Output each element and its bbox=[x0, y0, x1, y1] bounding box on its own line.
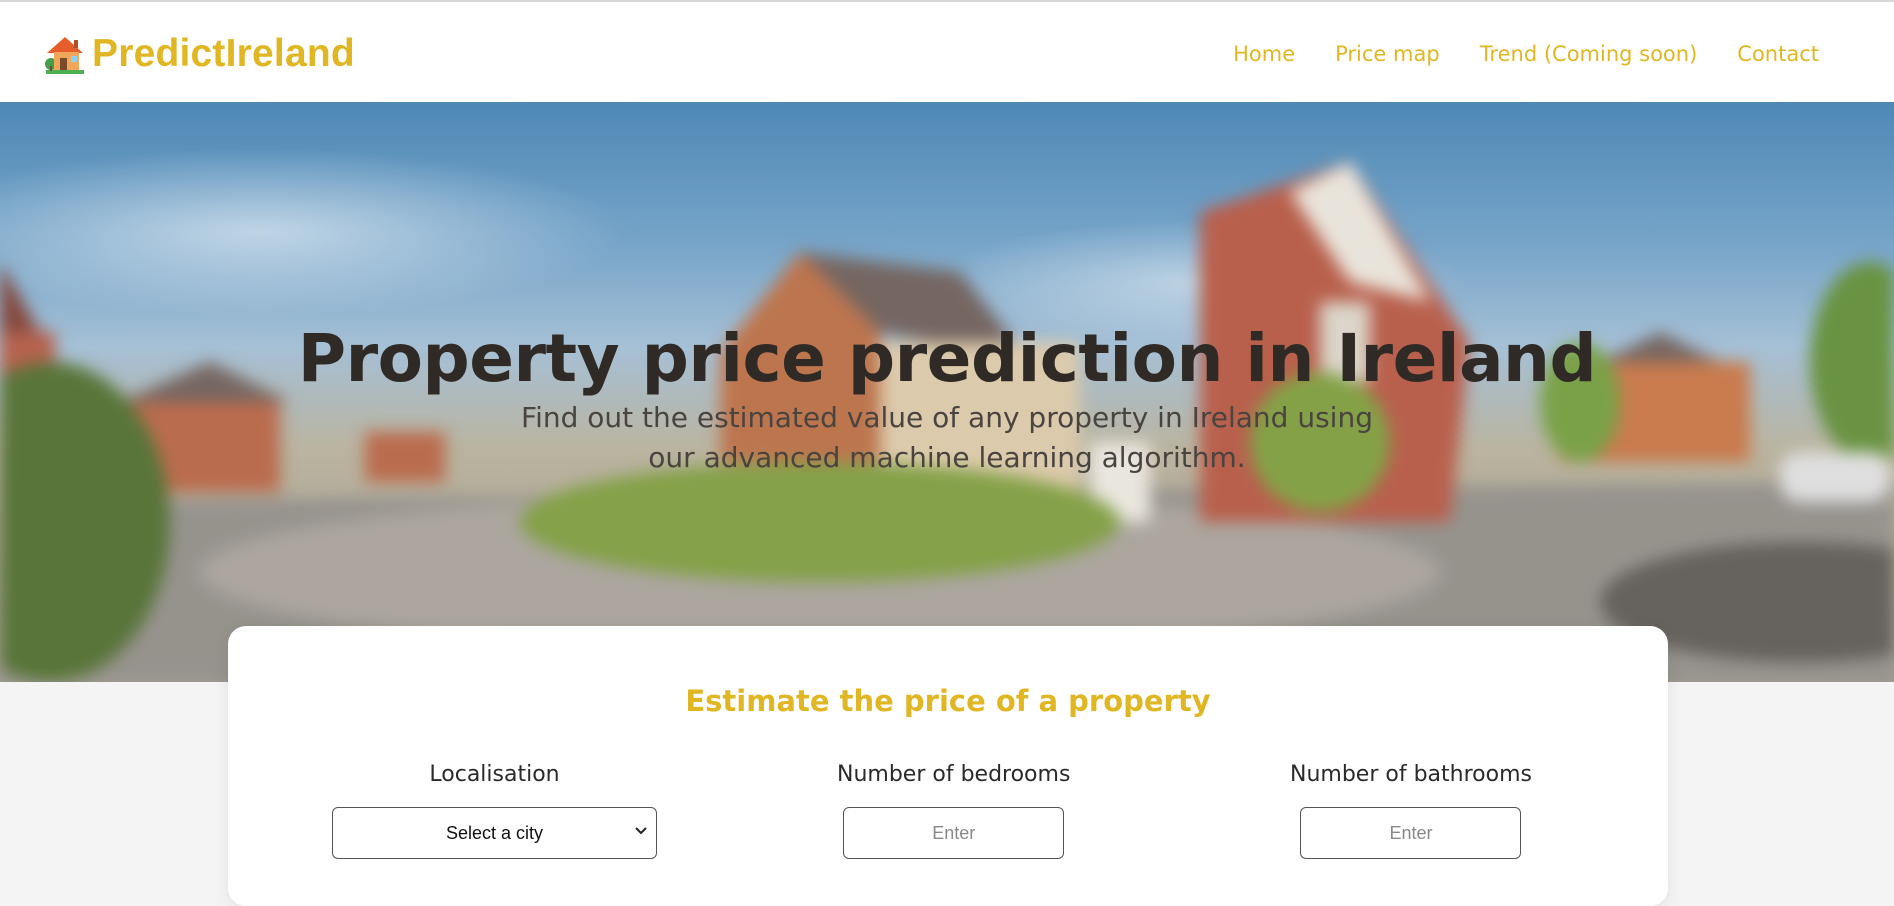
localisation-label: Localisation bbox=[429, 762, 560, 787]
nav-trend[interactable]: Trend (Coming soon) bbox=[1480, 42, 1698, 66]
hero-banner: Property price prediction in Ireland Fin… bbox=[0, 102, 1894, 682]
hero-title: Property price prediction in Ireland bbox=[297, 320, 1597, 397]
estimator-card: Estimate the price of a property Localis… bbox=[228, 626, 1668, 906]
bathrooms-input[interactable] bbox=[1300, 807, 1522, 859]
site-header: PredictIreland Home Price map Trend (Com… bbox=[0, 2, 1894, 102]
city-select-value: Select a city bbox=[445, 822, 544, 843]
hero-subtitle: Find out the estimated value of any prop… bbox=[521, 401, 1373, 474]
bedrooms-input[interactable] bbox=[843, 807, 1065, 859]
bedrooms-field: Number of bedrooms bbox=[837, 762, 1070, 859]
localisation-field: Localisation Select a city bbox=[332, 762, 657, 859]
nav-price-map[interactable]: Price map bbox=[1335, 42, 1440, 66]
chevron-down-icon bbox=[635, 827, 647, 835]
main-nav: Home Price map Trend (Coming soon) Conta… bbox=[1233, 42, 1819, 66]
brand-name: PredictIreland bbox=[92, 32, 355, 75]
nav-home[interactable]: Home bbox=[1233, 42, 1295, 66]
estimator-title: Estimate the price of a property bbox=[685, 684, 1211, 718]
bathrooms-label: Number of bathrooms bbox=[1290, 762, 1532, 787]
house-icon bbox=[45, 37, 84, 74]
bathrooms-field: Number of bathrooms bbox=[1290, 762, 1532, 859]
city-select[interactable]: Select a city bbox=[332, 807, 657, 859]
brand-logo[interactable]: PredictIreland bbox=[44, 32, 355, 76]
nav-contact[interactable]: Contact bbox=[1737, 42, 1819, 66]
bedrooms-label: Number of bedrooms bbox=[837, 762, 1071, 787]
